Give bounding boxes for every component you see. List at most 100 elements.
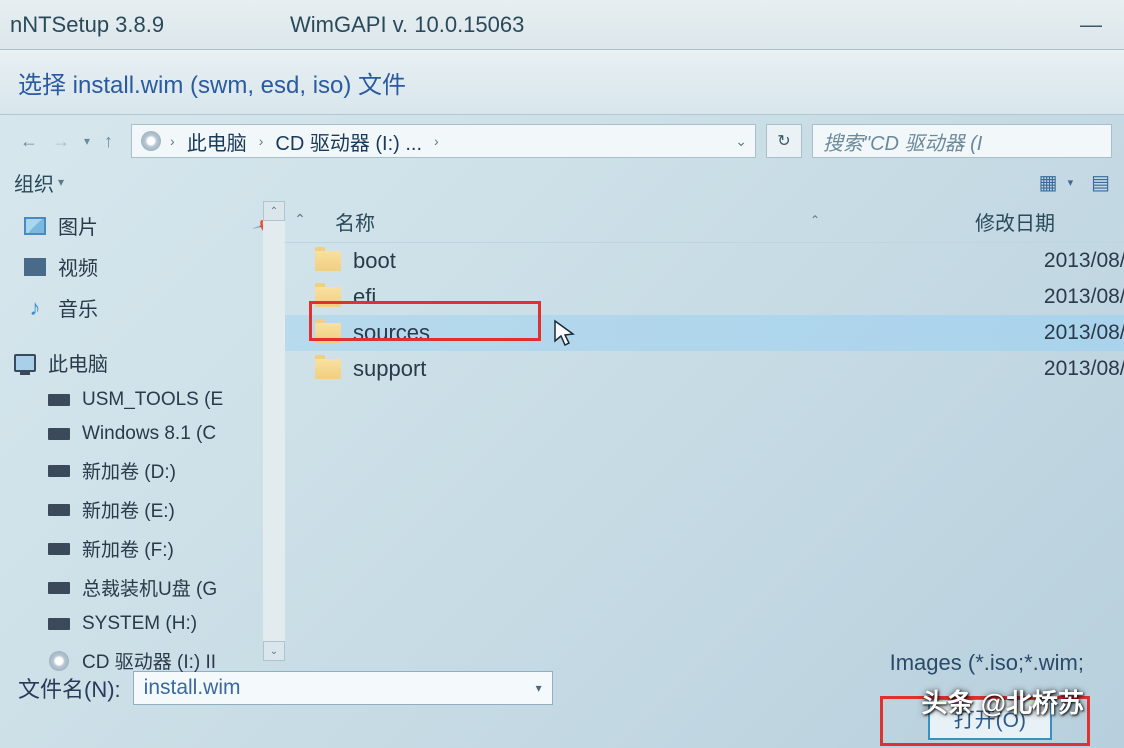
file-date: 2013/08/23 (975, 357, 1124, 381)
sidebar-item-label: USM_TOOLS (E (82, 389, 223, 411)
sidebar-item-vol-f[interactable]: 新加卷 (F:) (0, 529, 285, 568)
view-dropdown-icon[interactable]: ▾ (1068, 176, 1074, 189)
sidebar-item-label: 此电脑 (48, 348, 108, 377)
folder-icon (315, 251, 341, 271)
drive-icon (48, 543, 70, 555)
videos-icon (24, 258, 46, 276)
search-input[interactable]: 搜索"CD 驱动器 (I (812, 124, 1112, 158)
sidebar-item-vol-u[interactable]: 总裁装机U盘 (G (0, 568, 285, 607)
file-row-sources[interactable]: sources 2013/08/23 (285, 315, 1124, 351)
pictures-icon (24, 217, 46, 235)
folder-icon (315, 359, 341, 379)
folder-icon (315, 323, 341, 343)
breadcrumb-cd-drive[interactable]: CD 驱动器 (I:) ... (271, 127, 426, 156)
refresh-icon: ↻ (777, 131, 790, 151)
sidebar-item-videos[interactable]: 视频 (0, 246, 285, 287)
file-name: sources (353, 320, 430, 346)
filetype-filter[interactable]: Images (*.iso;*.wim; (890, 650, 1084, 676)
sidebar-item-label: SYSTEM (H:) (82, 613, 197, 635)
scroll-down-button[interactable]: ⌄ (263, 641, 285, 661)
app-name-center: WimGAPI v. 10.0.15063 (290, 12, 1068, 38)
address-bar[interactable]: › 此电脑 › CD 驱动器 (I:) ... › ⌄ (131, 124, 756, 158)
search-placeholder: 搜索"CD 驱动器 (I (823, 127, 982, 156)
navigation-bar: ← → ▾ ↑ › 此电脑 › CD 驱动器 (I:) ... › ⌄ ↻ 搜索… (0, 115, 1124, 167)
sidebar-item-cd-i[interactable]: CD 驱动器 (I:) II (0, 641, 285, 680)
chevron-down-icon: ▾ (58, 175, 64, 189)
organize-label: 组织 (14, 168, 54, 197)
sort-indicator-icon: ⌃ (655, 207, 975, 236)
watermark-text: 头条 @北桥苏 (921, 683, 1084, 720)
disc-icon (141, 131, 161, 151)
drive-icon (48, 465, 70, 477)
drive-icon (48, 428, 70, 440)
forward-button[interactable]: → (52, 131, 70, 152)
folder-icon (315, 287, 341, 307)
scroll-track[interactable] (263, 221, 285, 641)
file-date: 2013/08/23 (975, 249, 1124, 273)
column-name[interactable]: 名称 (315, 207, 655, 236)
pc-icon (14, 354, 36, 372)
music-icon: ♪ (24, 298, 46, 318)
sidebar-item-system-h[interactable]: SYSTEM (H:) (0, 607, 285, 641)
file-name: boot (353, 248, 396, 274)
sidebar-item-label: 视频 (58, 252, 98, 281)
file-list-area: ⌃ 名称 ⌃ 修改日期 boot 2013/08/23 efi 2013/08/… (285, 201, 1124, 661)
sidebar-scrollbar[interactable]: ⌃ ⌄ (263, 201, 285, 661)
filename-dropdown-icon[interactable]: ▾ (536, 681, 542, 695)
sidebar-item-vol-e[interactable]: 新加卷 (E:) (0, 490, 285, 529)
sidebar-item-vol-d[interactable]: 新加卷 (D:) (0, 451, 285, 490)
sidebar-item-usm[interactable]: USM_TOOLS (E (0, 383, 285, 417)
drive-icon (48, 394, 70, 406)
sidebar-item-label: Windows 8.1 (C (82, 423, 216, 445)
file-date: 2013/08/23 (975, 321, 1124, 345)
file-list-header: ⌃ 名称 ⌃ 修改日期 (285, 201, 1124, 243)
window-controls: — (1068, 11, 1114, 39)
watermark: 头条 @北桥苏 (921, 683, 1084, 720)
nav-arrows: ← → ▾ ↑ (12, 131, 121, 152)
back-button[interactable]: ← (20, 131, 38, 152)
file-name: support (353, 356, 426, 382)
file-row-support[interactable]: support 2013/08/23 (285, 351, 1124, 387)
file-date: 2013/08/23 (975, 285, 1124, 309)
breadcrumb-this-pc[interactable]: 此电脑 (183, 127, 251, 156)
drive-icon (48, 582, 70, 594)
view-details-icon[interactable]: ▦ (1039, 170, 1058, 195)
refresh-button[interactable]: ↻ (766, 124, 802, 158)
sidebar-item-this-pc[interactable]: 此电脑 (0, 342, 285, 383)
file-row-boot[interactable]: boot 2013/08/23 (285, 243, 1124, 279)
chevron-right-icon: › (434, 133, 439, 149)
sidebar-item-label: CD 驱动器 (I:) II (82, 647, 216, 674)
sidebar-item-label: 新加卷 (F:) (82, 535, 174, 562)
sidebar-item-pictures[interactable]: 图片 📌 (0, 205, 285, 246)
sidebar-item-label: 音乐 (58, 293, 98, 322)
up-button[interactable]: ↑ (104, 131, 113, 152)
view-options: ▦ ▾ ▤ (1039, 170, 1110, 195)
chevron-right-icon: › (170, 133, 175, 149)
sidebar-item-label: 图片 (58, 211, 98, 240)
sidebar: 图片 📌 视频 ♪ 音乐 此电脑 USM_TOOLS (E (0, 201, 285, 684)
toolbar: 组织 ▾ ▦ ▾ ▤ (0, 167, 1124, 201)
scroll-up-button[interactable]: ⌃ (263, 201, 285, 221)
organize-menu[interactable]: 组织 ▾ (14, 168, 64, 197)
content-area: 图片 📌 视频 ♪ 音乐 此电脑 USM_TOOLS (E (0, 201, 1124, 661)
view-list-icon[interactable]: ▤ (1091, 170, 1110, 195)
column-date[interactable]: 修改日期 (975, 207, 1124, 236)
app-name-left: nNTSetup 3.8.9 (10, 12, 290, 38)
expand-column[interactable]: ⌃ (285, 207, 315, 236)
sidebar-item-win81[interactable]: Windows 8.1 (C (0, 417, 285, 451)
sidebar-item-music[interactable]: ♪ 音乐 (0, 287, 285, 328)
drive-icon (48, 504, 70, 516)
address-dropdown-icon[interactable]: ⌄ (735, 133, 747, 150)
drive-icon (48, 618, 70, 630)
dialog-title: 选择 install.wim (swm, esd, iso) 文件 (0, 50, 1124, 115)
minimize-button[interactable]: — (1068, 11, 1114, 39)
file-name: efi (353, 284, 376, 310)
chevron-right-icon: › (259, 133, 264, 149)
disc-icon (49, 651, 69, 671)
sidebar-item-label: 新加卷 (E:) (82, 496, 175, 523)
sidebar-item-label: 新加卷 (D:) (82, 457, 176, 484)
file-row-efi[interactable]: efi 2013/08/23 (285, 279, 1124, 315)
sidebar-item-label: 总裁装机U盘 (G (82, 574, 217, 601)
parent-window-titlebar: nNTSetup 3.8.9 WimGAPI v. 10.0.15063 — (0, 0, 1124, 50)
recent-dropdown[interactable]: ▾ (84, 134, 90, 148)
